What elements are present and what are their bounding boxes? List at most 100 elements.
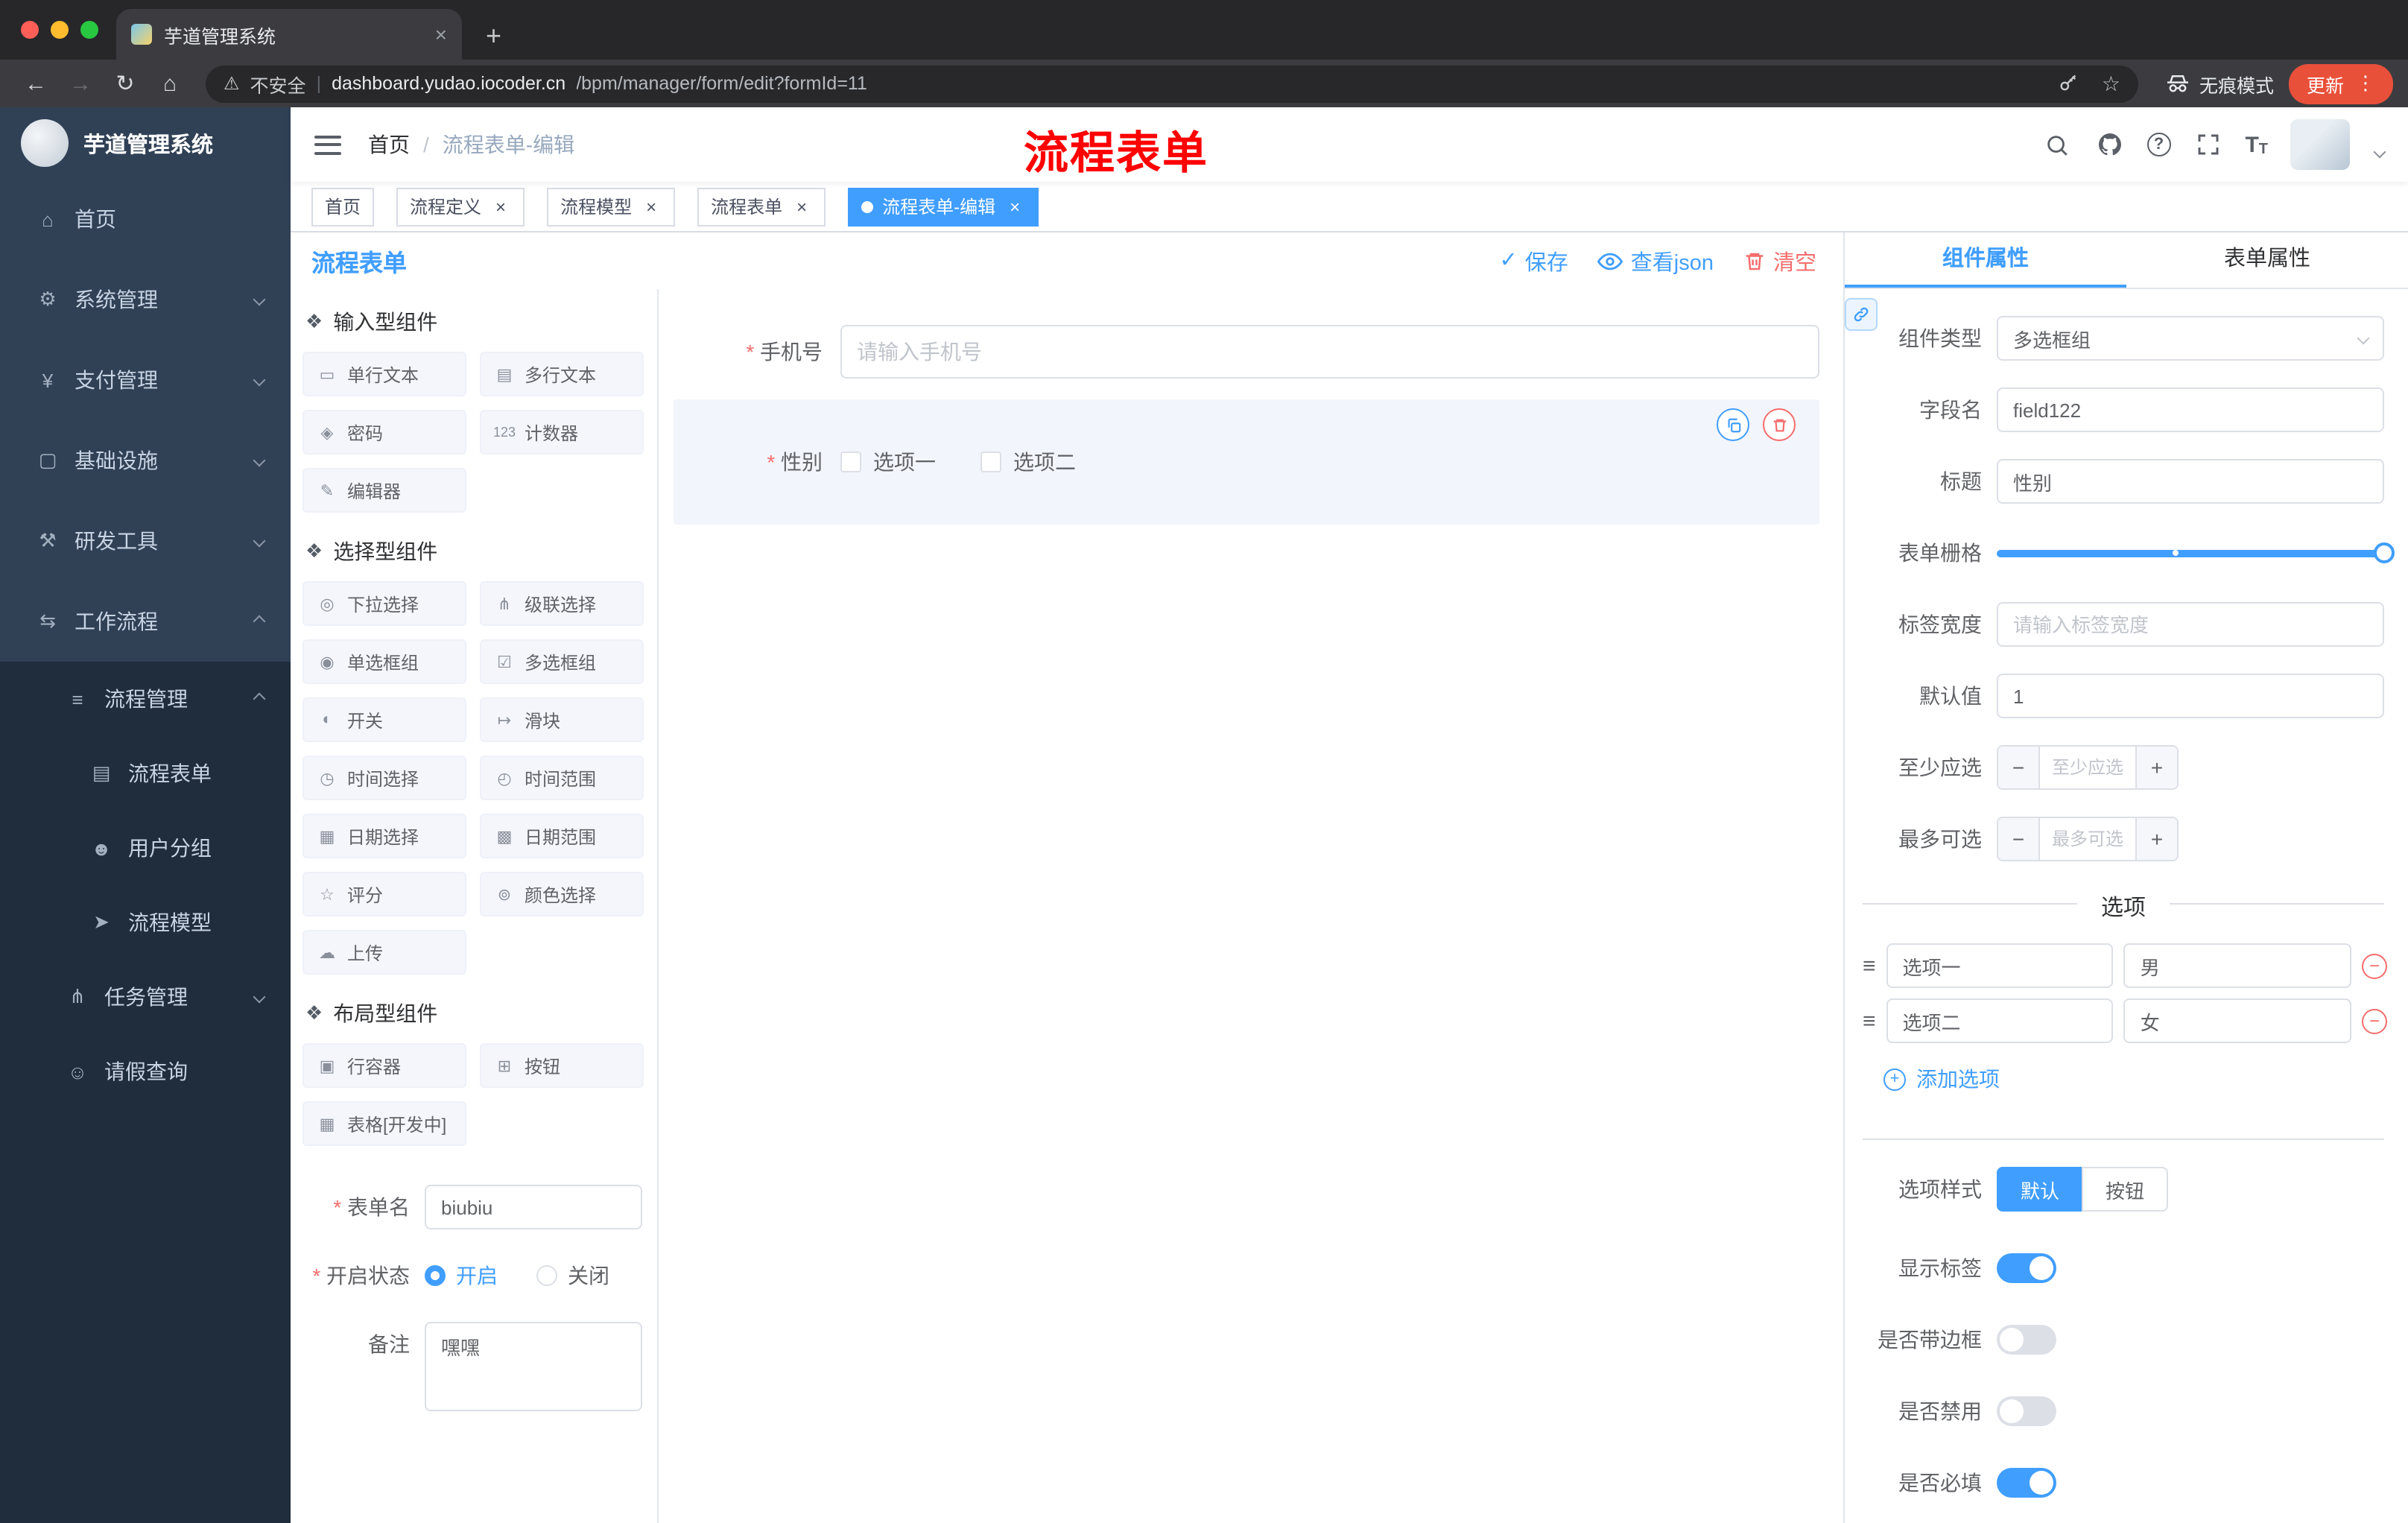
browser-home-button[interactable]: ⌂: [149, 71, 191, 96]
sidebar-item-task-mgmt[interactable]: ⋔ 任务管理: [0, 960, 291, 1034]
sidebar-item-devtools[interactable]: ⚒ 研发工具: [0, 501, 291, 581]
sidebar-item-process-model[interactable]: ➤ 流程模型: [0, 885, 291, 960]
option-1-value-input[interactable]: [2123, 943, 2352, 988]
new-tab-button[interactable]: +: [486, 22, 501, 49]
close-window-button[interactable]: [21, 21, 39, 39]
max-select-stepper[interactable]: − +: [1997, 817, 2179, 861]
palette-item-date-picker[interactable]: ▦ 日期选择: [302, 814, 466, 858]
user-avatar[interactable]: [2290, 119, 2350, 170]
palette-item-rate[interactable]: ☆ 评分: [302, 872, 466, 916]
delete-field-button[interactable]: [1763, 408, 1796, 441]
palette-item-counter[interactable]: 123 计数器: [480, 410, 644, 455]
sidebar-toggle-icon[interactable]: [314, 135, 341, 154]
slider-handle[interactable]: [2374, 542, 2395, 563]
back-button[interactable]: ←: [15, 71, 57, 96]
required-switch[interactable]: [1997, 1468, 2056, 1498]
reload-button[interactable]: ↻: [104, 70, 146, 97]
github-icon[interactable]: [2094, 130, 2124, 159]
palette-item-select[interactable]: ◎ 下拉选择: [302, 581, 466, 626]
sidebar-logo[interactable]: 芋道管理系统: [0, 107, 291, 179]
sidebar-item-payment[interactable]: ¥ 支付管理: [0, 340, 291, 420]
palette-item-radio-group[interactable]: ◉ 单选框组: [302, 639, 466, 684]
form-name-input[interactable]: [425, 1185, 642, 1229]
sidebar-item-user-group[interactable]: ☻ 用户分组: [0, 811, 291, 885]
palette-item-date-range[interactable]: ▩ 日期范围: [480, 814, 644, 858]
tag-process-form[interactable]: 流程表单 ×: [697, 187, 826, 226]
remark-textarea[interactable]: 嘿嘿: [425, 1322, 642, 1411]
tag-home[interactable]: 首页: [311, 187, 375, 226]
slider-track[interactable]: [1997, 549, 2384, 557]
palette-item-single-text[interactable]: ▭ 单行文本: [302, 352, 466, 396]
canvas-field-phone[interactable]: 手机号: [674, 325, 1819, 379]
option-2-label-input[interactable]: [1886, 998, 2114, 1043]
drag-handle-icon[interactable]: ≡: [1863, 1008, 1876, 1033]
fullscreen-icon[interactable]: [2193, 130, 2222, 159]
browser-tab[interactable]: 芋道管理系统 ×: [116, 9, 462, 60]
palette-item-slider[interactable]: ↦ 滑块: [480, 697, 644, 742]
link-icon[interactable]: [1845, 298, 1878, 331]
palette-item-time-picker[interactable]: ◷ 时间选择: [302, 756, 466, 800]
sidebar-item-leave-query[interactable]: ☺ 请假查询: [0, 1034, 291, 1109]
palette-item-cascader[interactable]: ⋔ 级联选择: [480, 581, 644, 626]
tag-process-definition[interactable]: 流程定义 ×: [396, 187, 525, 226]
field-name-input[interactable]: [1997, 387, 2384, 432]
checkbox-icon[interactable]: [980, 452, 1001, 472]
decrement-button[interactable]: −: [1998, 747, 2040, 788]
palette-item-editor[interactable]: ✎ 编辑器: [302, 468, 466, 513]
font-size-icon[interactable]: TT: [2245, 132, 2268, 157]
clear-button[interactable]: 清空: [1743, 245, 1816, 276]
show-label-switch[interactable]: [1997, 1253, 2056, 1283]
decrement-button[interactable]: −: [1998, 818, 2040, 860]
canvas-field-gender[interactable]: 性别 选项一 选项二: [674, 399, 1819, 525]
option-2-value-input[interactable]: [2123, 998, 2352, 1043]
drag-handle-icon[interactable]: ≡: [1863, 953, 1876, 978]
palette-item-color-picker[interactable]: ⊚ 颜色选择: [480, 872, 644, 916]
tab-form-props[interactable]: 表单属性: [2126, 232, 2408, 288]
bookmark-star-icon[interactable]: ☆: [2102, 71, 2120, 96]
increment-button[interactable]: +: [2135, 747, 2177, 788]
min-select-stepper[interactable]: − +: [1997, 745, 2179, 790]
palette-item-password[interactable]: ◈ 密码: [302, 410, 466, 455]
password-key-icon[interactable]: [2054, 69, 2084, 98]
tag-process-model[interactable]: 流程模型 ×: [547, 187, 676, 226]
sidebar-item-home[interactable]: ⌂ 首页: [0, 179, 291, 259]
tab-component-props[interactable]: 组件属性: [1845, 232, 2126, 288]
min-select-input[interactable]: [2040, 747, 2135, 788]
forward-button[interactable]: →: [60, 71, 101, 96]
disabled-switch[interactable]: [1997, 1396, 2056, 1426]
tag-close-icon[interactable]: ×: [490, 196, 511, 217]
palette-item-checkbox-group[interactable]: ☑ 多选框组: [480, 639, 644, 684]
palette-item-button[interactable]: ⊞ 按钮: [480, 1043, 644, 1088]
max-select-input[interactable]: [2040, 818, 2135, 860]
status-radio-off[interactable]: 关闭: [536, 1261, 609, 1291]
palette-item-time-range[interactable]: ◴ 时间范围: [480, 756, 644, 800]
search-icon[interactable]: [2042, 130, 2072, 159]
tag-process-form-edit[interactable]: 流程表单-编辑 ×: [848, 187, 1039, 226]
palette-item-upload[interactable]: ☁ 上传: [302, 930, 466, 975]
style-button-button[interactable]: 按钮: [2082, 1167, 2169, 1212]
label-width-input[interactable]: [1997, 602, 2384, 647]
tag-close-icon[interactable]: ×: [1004, 196, 1025, 217]
tag-close-icon[interactable]: ×: [641, 196, 662, 217]
grid-slider[interactable]: [1997, 531, 2395, 575]
title-input[interactable]: [1997, 459, 2384, 504]
breadcrumb-home[interactable]: 首页: [368, 130, 410, 159]
address-bar[interactable]: ⚠ 不安全 | dashboard.yudao.iocoder.cn /bpm/…: [206, 65, 2138, 102]
duplicate-field-button[interactable]: [1717, 408, 1749, 441]
remove-option-icon[interactable]: −: [2362, 1008, 2388, 1033]
update-browser-button[interactable]: 更新 ⋮: [2288, 63, 2393, 104]
add-option-button[interactable]: + 添加选项: [1883, 1064, 2408, 1094]
view-json-button[interactable]: 查看json: [1597, 245, 1714, 276]
sidebar-item-process-mgmt[interactable]: ≡ 流程管理: [0, 662, 291, 736]
gender-option-1[interactable]: 选项一: [840, 447, 936, 477]
component-type-select[interactable]: 多选框组: [1997, 316, 2384, 361]
palette-item-switch[interactable]: ◐ 开关: [302, 697, 466, 742]
palette-item-table[interactable]: ▦ 表格[开发中]: [302, 1101, 466, 1146]
border-switch[interactable]: [1997, 1325, 2056, 1355]
sidebar-item-system[interactable]: ⚙ 系统管理: [0, 259, 291, 340]
sidebar-item-process-form[interactable]: ▤ 流程表单: [0, 736, 291, 811]
increment-button[interactable]: +: [2135, 818, 2177, 860]
save-button[interactable]: ✓ 保存: [1499, 245, 1568, 276]
zoom-window-button[interactable]: [80, 21, 98, 39]
remove-option-icon[interactable]: −: [2362, 953, 2388, 978]
